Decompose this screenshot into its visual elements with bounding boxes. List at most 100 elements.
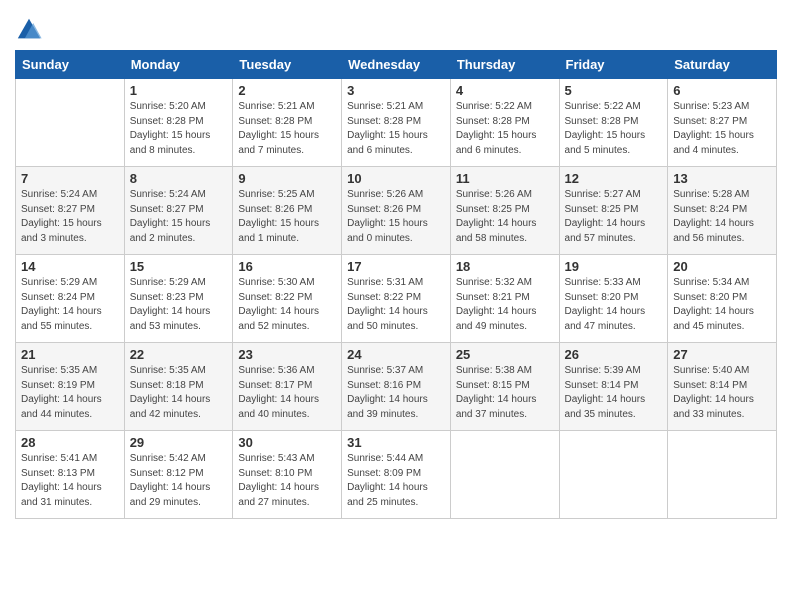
- day-number: 4: [456, 83, 554, 98]
- day-number: 10: [347, 171, 445, 186]
- day-cell: 31Sunrise: 5:44 AM Sunset: 8:09 PM Dayli…: [342, 431, 451, 519]
- day-number: 29: [130, 435, 228, 450]
- day-info: Sunrise: 5:39 AM Sunset: 8:14 PM Dayligh…: [565, 364, 663, 422]
- day-cell: 6Sunrise: 5:23 AM Sunset: 8:27 PM Daylig…: [668, 79, 777, 167]
- day-cell: 2 Sunrise: 5:21 AM Sunset: 8:28 PM Daylig…: [233, 79, 342, 167]
- day-number: 22: [130, 347, 228, 362]
- day-info: Sunrise: 5:33 AM Sunset: 8:20 PM Dayligh…: [565, 276, 663, 334]
- day-number: 16: [238, 259, 336, 274]
- day-info: Sunrise: 5:21 AM Sunset: 8:28 PM Dayligh…: [347, 100, 445, 158]
- day-number: 12: [565, 171, 663, 186]
- day-number: 18: [456, 259, 554, 274]
- day-number: 3: [347, 83, 445, 98]
- week-row-3: 14 Sunrise: 5:29 AM Sunset: 8:24 PM Dayli…: [16, 255, 777, 343]
- header-cell-saturday: Saturday: [668, 51, 777, 79]
- day-info: Sunrise: 5:25 AM Sunset: 8:26 PM Dayligh…: [238, 188, 336, 246]
- day-cell: 17 Sunrise: 5:31 AM Sunset: 8:22 PM Dayli…: [342, 255, 451, 343]
- day-info: Sunrise: 5:20 AM Sunset: 8:28 PM Dayligh…: [130, 100, 228, 158]
- header-cell-wednesday: Wednesday: [342, 51, 451, 79]
- day-info: Sunrise: 5:24 AM Sunset: 8:27 PM Dayligh…: [21, 188, 119, 246]
- day-number: 9: [238, 171, 336, 186]
- week-row-5: 28 Sunrise: 5:41 AM Sunset: 8:13 PM Dayli…: [16, 431, 777, 519]
- day-number: 8: [130, 171, 228, 186]
- day-info: Sunrise: 5:22 AM Sunset: 8:28 PM Dayligh…: [565, 100, 663, 158]
- day-number: 27: [673, 347, 771, 362]
- day-cell: 4 Sunrise: 5:22 AM Sunset: 8:28 PM Daylig…: [450, 79, 559, 167]
- day-cell: 1 Sunrise: 5:20 AM Sunset: 8:28 PM Daylig…: [124, 79, 233, 167]
- day-cell: 19 Sunrise: 5:33 AM Sunset: 8:20 PM Dayli…: [559, 255, 668, 343]
- day-cell: 30 Sunrise: 5:43 AM Sunset: 8:10 PM Dayli…: [233, 431, 342, 519]
- day-cell: 13Sunrise: 5:28 AM Sunset: 8:24 PM Dayli…: [668, 167, 777, 255]
- day-info: Sunrise: 5:21 AM Sunset: 8:28 PM Dayligh…: [238, 100, 336, 158]
- day-info: Sunrise: 5:30 AM Sunset: 8:22 PM Dayligh…: [238, 276, 336, 334]
- calendar-table: SundayMondayTuesdayWednesdayThursdayFrid…: [15, 50, 777, 519]
- header-row: SundayMondayTuesdayWednesdayThursdayFrid…: [16, 51, 777, 79]
- day-cell: 21 Sunrise: 5:35 AM Sunset: 8:19 PM Dayli…: [16, 343, 125, 431]
- day-info: Sunrise: 5:42 AM Sunset: 8:12 PM Dayligh…: [130, 452, 228, 510]
- day-number: 21: [21, 347, 119, 362]
- day-info: Sunrise: 5:37 AM Sunset: 8:16 PM Dayligh…: [347, 364, 445, 422]
- day-info: Sunrise: 5:26 AM Sunset: 8:26 PM Dayligh…: [347, 188, 445, 246]
- day-number: 2: [238, 83, 336, 98]
- day-cell: 11 Sunrise: 5:26 AM Sunset: 8:25 PM Dayli…: [450, 167, 559, 255]
- day-cell: 7 Sunrise: 5:24 AM Sunset: 8:27 PM Daylig…: [16, 167, 125, 255]
- day-cell: 16 Sunrise: 5:30 AM Sunset: 8:22 PM Dayli…: [233, 255, 342, 343]
- day-cell: [450, 431, 559, 519]
- week-row-4: 21 Sunrise: 5:35 AM Sunset: 8:19 PM Dayli…: [16, 343, 777, 431]
- day-info: Sunrise: 5:29 AM Sunset: 8:24 PM Dayligh…: [21, 276, 119, 334]
- day-info: Sunrise: 5:35 AM Sunset: 8:19 PM Dayligh…: [21, 364, 119, 422]
- day-info: Sunrise: 5:43 AM Sunset: 8:10 PM Dayligh…: [238, 452, 336, 510]
- header-cell-thursday: Thursday: [450, 51, 559, 79]
- day-info: Sunrise: 5:24 AM Sunset: 8:27 PM Dayligh…: [130, 188, 228, 246]
- day-number: 1: [130, 83, 228, 98]
- day-number: 26: [565, 347, 663, 362]
- day-info: Sunrise: 5:41 AM Sunset: 8:13 PM Dayligh…: [21, 452, 119, 510]
- day-cell: 8 Sunrise: 5:24 AM Sunset: 8:27 PM Daylig…: [124, 167, 233, 255]
- day-cell: 23Sunrise: 5:36 AM Sunset: 8:17 PM Dayli…: [233, 343, 342, 431]
- day-cell: 20Sunrise: 5:34 AM Sunset: 8:20 PM Dayli…: [668, 255, 777, 343]
- day-cell: 26 Sunrise: 5:39 AM Sunset: 8:14 PM Dayli…: [559, 343, 668, 431]
- week-row-1: 1 Sunrise: 5:20 AM Sunset: 8:28 PM Daylig…: [16, 79, 777, 167]
- day-cell: 9 Sunrise: 5:25 AM Sunset: 8:26 PM Daylig…: [233, 167, 342, 255]
- day-number: 6: [673, 83, 771, 98]
- day-info: Sunrise: 5:35 AM Sunset: 8:18 PM Dayligh…: [130, 364, 228, 422]
- day-number: 25: [456, 347, 554, 362]
- day-number: 24: [347, 347, 445, 362]
- day-number: 31: [347, 435, 445, 450]
- day-info: Sunrise: 5:28 AM Sunset: 8:24 PM Dayligh…: [673, 188, 771, 246]
- header-cell-monday: Monday: [124, 51, 233, 79]
- day-cell: 15Sunrise: 5:29 AM Sunset: 8:23 PM Dayli…: [124, 255, 233, 343]
- logo-icon: [15, 16, 43, 44]
- day-number: 15: [130, 259, 228, 274]
- week-row-2: 7 Sunrise: 5:24 AM Sunset: 8:27 PM Daylig…: [16, 167, 777, 255]
- header-cell-sunday: Sunday: [16, 51, 125, 79]
- day-info: Sunrise: 5:31 AM Sunset: 8:22 PM Dayligh…: [347, 276, 445, 334]
- day-number: 19: [565, 259, 663, 274]
- day-cell: 22 Sunrise: 5:35 AM Sunset: 8:18 PM Dayli…: [124, 343, 233, 431]
- header-cell-tuesday: Tuesday: [233, 51, 342, 79]
- day-number: 7: [21, 171, 119, 186]
- day-number: 28: [21, 435, 119, 450]
- day-cell: 3 Sunrise: 5:21 AM Sunset: 8:28 PM Daylig…: [342, 79, 451, 167]
- day-number: 5: [565, 83, 663, 98]
- day-info: Sunrise: 5:40 AM Sunset: 8:14 PM Dayligh…: [673, 364, 771, 422]
- day-info: Sunrise: 5:26 AM Sunset: 8:25 PM Dayligh…: [456, 188, 554, 246]
- day-cell: 27 Sunrise: 5:40 AM Sunset: 8:14 PM Dayli…: [668, 343, 777, 431]
- day-number: 14: [21, 259, 119, 274]
- day-number: 23: [238, 347, 336, 362]
- logo: [15, 16, 47, 44]
- day-cell: 12Sunrise: 5:27 AM Sunset: 8:25 PM Dayli…: [559, 167, 668, 255]
- day-cell: 25 Sunrise: 5:38 AM Sunset: 8:15 PM Dayli…: [450, 343, 559, 431]
- day-info: Sunrise: 5:22 AM Sunset: 8:28 PM Dayligh…: [456, 100, 554, 158]
- day-cell: 24 Sunrise: 5:37 AM Sunset: 8:16 PM Dayli…: [342, 343, 451, 431]
- day-number: 30: [238, 435, 336, 450]
- day-number: 17: [347, 259, 445, 274]
- day-number: 11: [456, 171, 554, 186]
- day-cell: 18Sunrise: 5:32 AM Sunset: 8:21 PM Dayli…: [450, 255, 559, 343]
- day-cell: 10 Sunrise: 5:26 AM Sunset: 8:26 PM Dayli…: [342, 167, 451, 255]
- header-cell-friday: Friday: [559, 51, 668, 79]
- day-info: Sunrise: 5:38 AM Sunset: 8:15 PM Dayligh…: [456, 364, 554, 422]
- day-cell: 29 Sunrise: 5:42 AM Sunset: 8:12 PM Dayli…: [124, 431, 233, 519]
- day-cell: [668, 431, 777, 519]
- day-number: 20: [673, 259, 771, 274]
